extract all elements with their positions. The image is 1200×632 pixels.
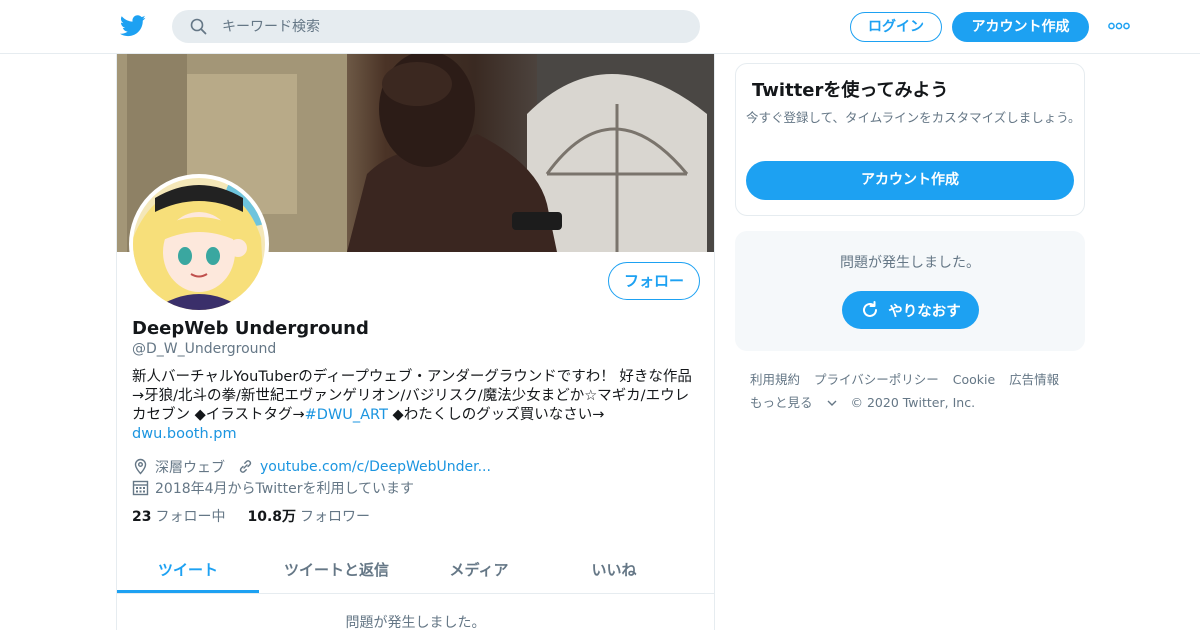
bio-hashtag-link[interactable]: #DWU_ART: [305, 407, 388, 423]
footer-link-ads[interactable]: 広告情報: [1009, 372, 1059, 387]
more-options-icon[interactable]: [1108, 22, 1130, 30]
profile-joined-date: 2018年4月からTwitterを利用しています: [155, 480, 415, 497]
sidebar-error-text: 問題が発生しました。: [840, 255, 980, 271]
profile-tabs: ツイート ツイートと返信 メディア いいね: [117, 548, 714, 594]
avatar-illustration: [133, 178, 265, 310]
followers-count: 10.8万: [247, 509, 297, 525]
signup-card-button[interactable]: アカウント作成: [746, 161, 1074, 200]
profile-meta: 深層ウェブ youtube.com/c/DeepWebUnder... 2018…: [132, 456, 491, 498]
profile-name: DeepWeb Underground: [132, 318, 369, 339]
following-stat[interactable]: 23 フォロー中: [132, 506, 225, 526]
footer-copyright: © 2020 Twitter, Inc.: [850, 395, 976, 410]
retry-button[interactable]: やりなおす: [842, 291, 979, 329]
tab-tweets[interactable]: ツイート: [117, 548, 259, 593]
location-icon: [134, 458, 147, 475]
twitter-bird-icon[interactable]: [120, 14, 146, 38]
following-label: フォロー中: [155, 509, 226, 525]
footer-links: 利用規約 プライバシーポリシー Cookie 広告情報 もっと見る © 2020…: [750, 368, 1080, 414]
search-icon: [190, 18, 207, 35]
following-count: 23: [132, 509, 152, 525]
signup-card-subtitle: 今すぐ登録して、タイムラインをカスタマイズしましょう。: [746, 110, 1081, 125]
tab-media[interactable]: メディア: [414, 548, 544, 593]
link-icon: [239, 460, 252, 473]
login-button[interactable]: ログイン: [850, 12, 942, 42]
followers-label: フォロワー: [300, 509, 371, 525]
search-box[interactable]: [172, 10, 700, 43]
signup-card-title: Twitterを使ってみよう: [752, 80, 949, 101]
retry-label: やりなおす: [888, 303, 961, 320]
tab-tweets-and-replies[interactable]: ツイートと返信: [259, 548, 414, 593]
profile-website-link[interactable]: youtube.com/c/DeepWebUnder...: [260, 459, 491, 475]
bio-booth-link[interactable]: dwu.booth.pm: [132, 426, 237, 442]
profile-location: 深層ウェブ: [155, 459, 225, 476]
footer-more-label: もっと見る: [750, 395, 813, 410]
bio-text-2: ◆わたくしのグッズ買いなさい→: [387, 407, 605, 423]
footer-more-button[interactable]: もっと見る: [750, 395, 837, 410]
calendar-icon: [132, 480, 149, 496]
search-input[interactable]: [222, 10, 682, 43]
profile-stats: 23 フォロー中 10.8万 フォロワー: [132, 506, 370, 526]
profile-avatar[interactable]: [129, 174, 269, 314]
top-navigation-bar: ログイン アカウント作成: [0, 0, 1200, 54]
signup-prompt-card: Twitterを使ってみよう 今すぐ登録して、タイムラインをカスタマイズしましょ…: [735, 63, 1085, 216]
profile-handle: @D_W_Underground: [132, 341, 277, 357]
sidebar-error-box: 問題が発生しました。 やりなおす: [735, 231, 1085, 351]
follow-button[interactable]: フォロー: [608, 262, 700, 300]
footer-link-privacy[interactable]: プライバシーポリシー: [814, 372, 939, 387]
timeline-error-text: 問題が発生しました。: [345, 615, 486, 631]
footer-link-terms[interactable]: 利用規約: [750, 372, 800, 387]
refresh-icon: [863, 301, 878, 317]
tab-likes[interactable]: いいね: [544, 548, 684, 593]
followers-stat[interactable]: 10.8万 フォロワー: [247, 506, 370, 526]
footer-link-cookie[interactable]: Cookie: [953, 372, 995, 387]
profile-column: フォロー DeepWeb Underground @D_W_Undergroun…: [116, 54, 715, 631]
signup-button[interactable]: アカウント作成: [952, 12, 1089, 42]
profile-bio: 新人バーチャルYouTuberのディープウェブ・アンダーグラウンドですわ！ 好き…: [132, 368, 702, 444]
chevron-down-icon: [827, 400, 836, 406]
